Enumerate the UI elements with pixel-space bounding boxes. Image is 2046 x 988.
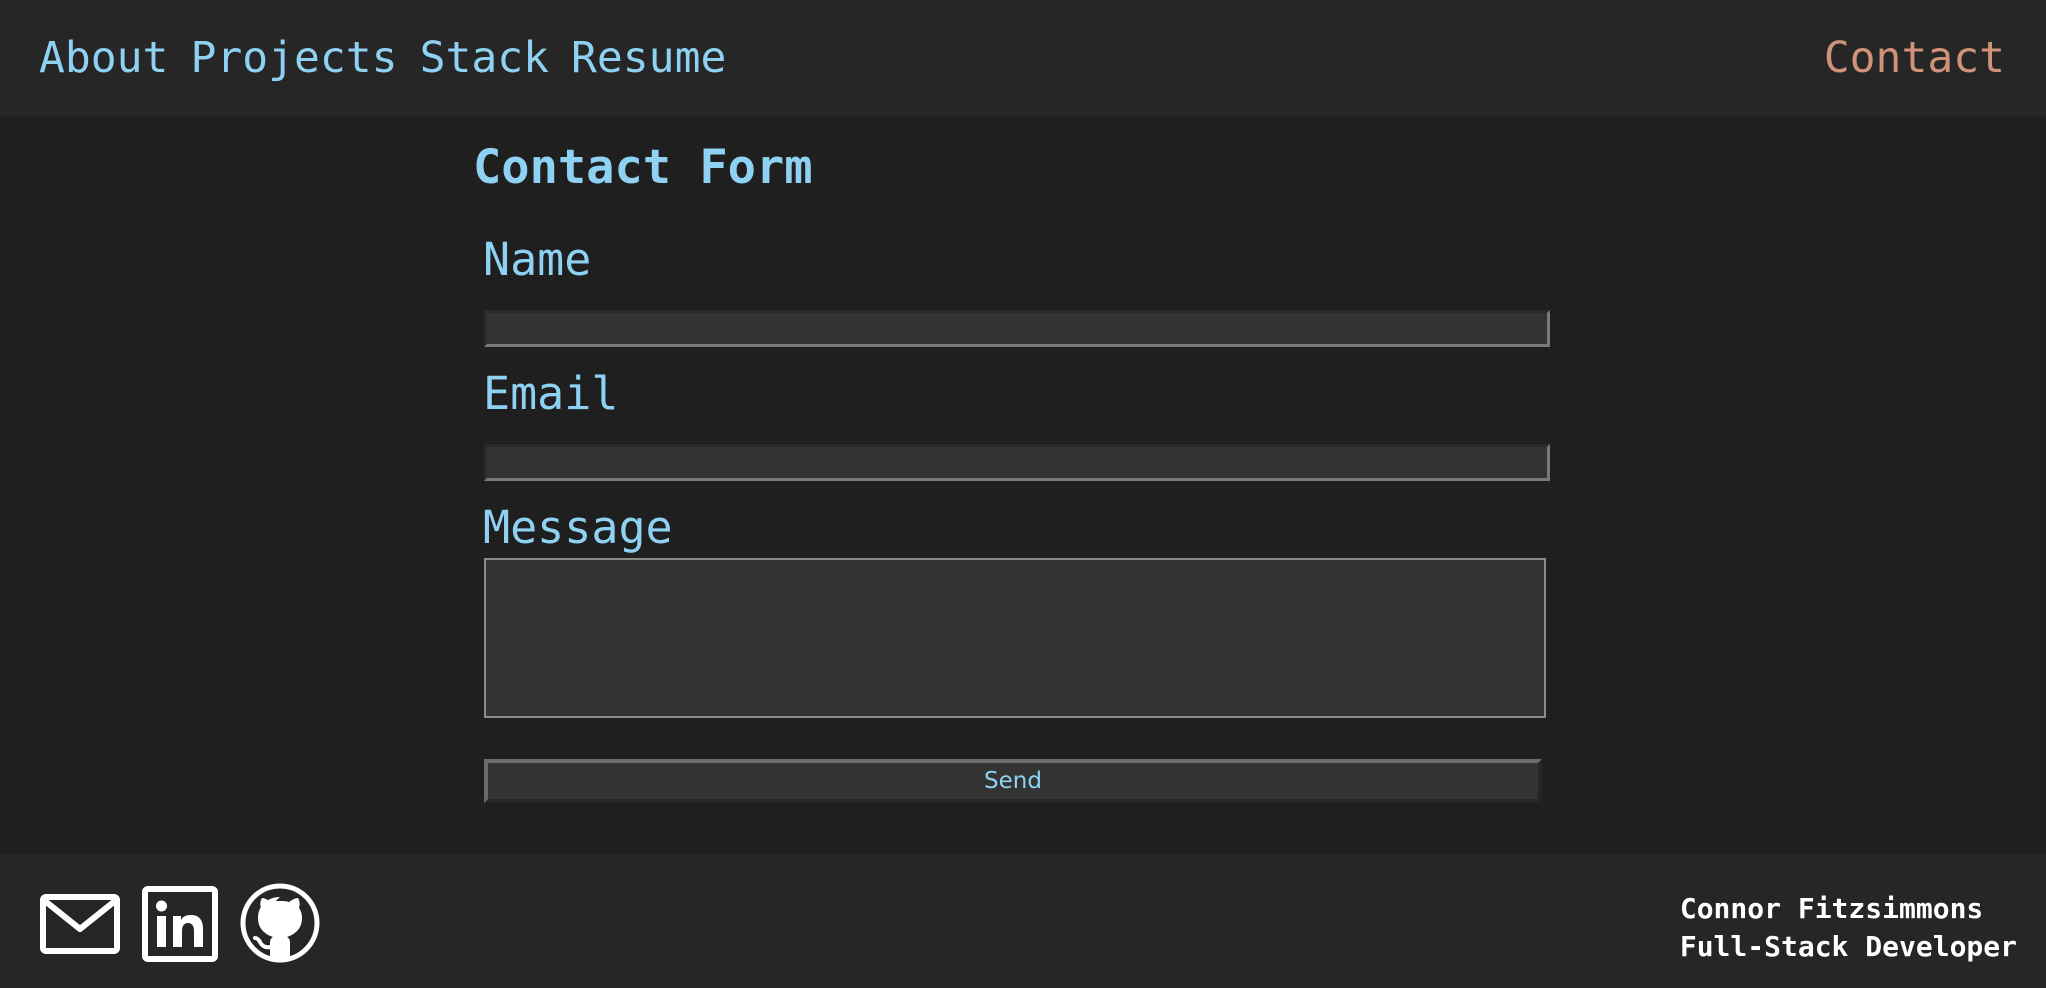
email-label: Email <box>483 367 619 420</box>
footer: Connor Fitzsimmons Full-Stack Developer <box>0 854 2046 988</box>
message-label: Message <box>483 501 673 554</box>
nav-link-projects[interactable]: Projects <box>190 30 397 86</box>
developer-role: Full-Stack Developer <box>1679 930 2017 963</box>
nav-link-about[interactable]: About <box>39 30 168 86</box>
developer-info: Connor Fitzsimmons Full-Stack Developer <box>1680 890 2017 966</box>
nav-link-resume[interactable]: Resume <box>571 30 726 86</box>
message-textarea[interactable] <box>484 558 1546 718</box>
nav-link-contact[interactable]: Contact <box>1824 30 2005 86</box>
email-field[interactable] <box>484 444 1550 481</box>
name-label: Name <box>483 233 592 286</box>
send-button[interactable]: Send <box>484 759 1542 803</box>
github-icon[interactable] <box>240 883 320 963</box>
top-navigation: About Projects Stack Resume Contact <box>0 0 2046 116</box>
linkedin-icon[interactable] <box>142 886 218 962</box>
primary-nav: About Projects Stack Resume <box>39 30 726 86</box>
page-title: Contact Form <box>473 140 813 195</box>
name-field[interactable] <box>484 310 1550 347</box>
mail-icon[interactable] <box>40 894 120 954</box>
developer-name: Connor Fitzsimmons <box>1679 892 1984 925</box>
contact-form-section: Contact Form Name Email Message Send <box>0 116 2046 854</box>
nav-link-stack[interactable]: Stack <box>420 30 549 86</box>
